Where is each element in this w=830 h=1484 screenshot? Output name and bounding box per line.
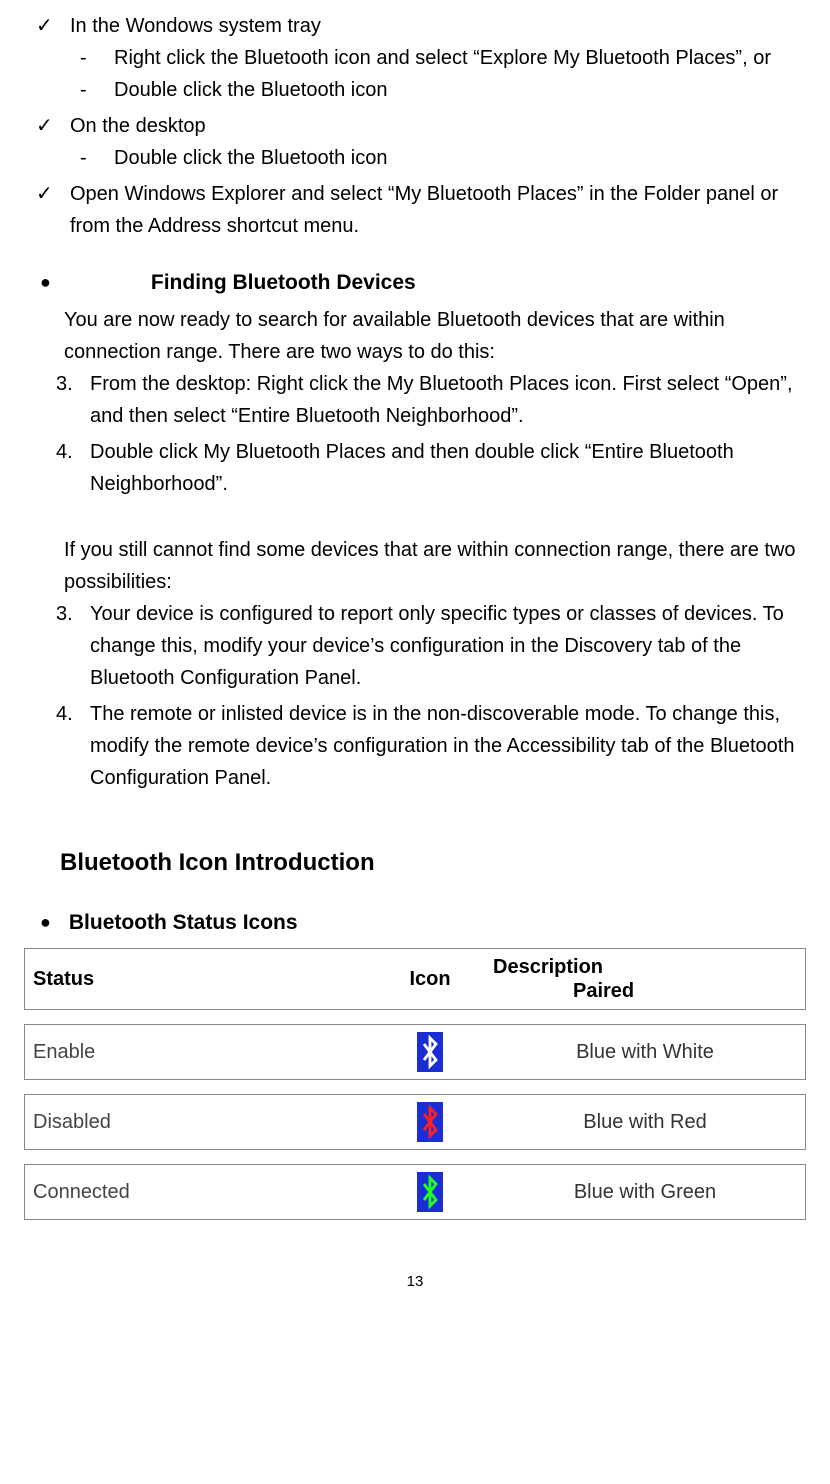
explorer-item: Open Windows Explorer and select “My Blu… xyxy=(70,178,810,242)
tray-title: In the Wondows system tray xyxy=(70,15,321,37)
row-desc: Blue with Green xyxy=(485,1170,805,1214)
row-status: Disabled xyxy=(25,1100,375,1144)
tray-item: In the Wondows system tray Right click t… xyxy=(70,10,810,106)
finding-steps: From the desktop: Right click the My Blu… xyxy=(20,368,810,500)
desktop-title: On the desktop xyxy=(70,115,206,137)
header-desc-line2: Paired xyxy=(493,980,634,1002)
table-row: Connected Blue with Green xyxy=(24,1164,806,1220)
page-number: 13 xyxy=(20,1270,810,1294)
possibilities-list: Your device is configured to report only… xyxy=(20,598,810,794)
tray-sub-b: Double click the Bluetooth icon xyxy=(114,74,810,106)
finding-heading: Finding Bluetooth Devices xyxy=(151,266,416,300)
bluetooth-disabled-icon xyxy=(417,1102,443,1142)
bluetooth-enable-icon xyxy=(417,1032,443,1072)
row-icon xyxy=(375,1172,485,1212)
tray-sub-a: Right click the Bluetooth icon and selec… xyxy=(114,42,810,74)
status-icons-heading-row: Bluetooth Status Icons xyxy=(20,906,810,940)
section-title: Bluetooth Icon Introduction xyxy=(20,844,810,882)
bullet-icon xyxy=(40,906,51,938)
possibility-3: Your device is configured to report only… xyxy=(90,598,810,694)
desktop-sublist: Double click the Bluetooth icon xyxy=(70,142,810,174)
table-row: Enable Blue with White xyxy=(24,1024,806,1080)
status-icons-heading: Bluetooth Status Icons xyxy=(69,906,298,940)
table-header: Status Icon Description Paired xyxy=(24,948,806,1010)
desktop-item: On the desktop Double click the Bluetoot… xyxy=(70,110,810,174)
table-row: Disabled Blue with Red xyxy=(24,1094,806,1150)
bluetooth-connected-icon xyxy=(417,1172,443,1212)
system-tray-list: In the Wondows system tray Right click t… xyxy=(20,10,810,242)
desktop-sub-a: Double click the Bluetooth icon xyxy=(114,142,810,174)
bullet-icon xyxy=(40,266,51,298)
row-icon xyxy=(375,1032,485,1072)
finding-intro: You are now ready to search for availabl… xyxy=(20,304,810,368)
row-status: Connected xyxy=(25,1170,375,1214)
header-status: Status xyxy=(25,957,375,1001)
header-desc: Description Paired xyxy=(485,949,805,1009)
finding-heading-row: Finding Bluetooth Devices xyxy=(20,266,810,300)
status-table: Status Icon Description Paired Enable Bl… xyxy=(20,948,810,1220)
cannot-find-intro: If you still cannot find some devices th… xyxy=(20,534,810,598)
find-step-4: Double click My Bluetooth Places and the… xyxy=(90,436,810,500)
possibility-4: The remote or inlisted device is in the … xyxy=(90,698,810,794)
find-step-3: From the desktop: Right click the My Blu… xyxy=(90,368,810,432)
header-icon: Icon xyxy=(375,957,485,1001)
row-status: Enable xyxy=(25,1030,375,1074)
row-icon xyxy=(375,1102,485,1142)
tray-sublist: Right click the Bluetooth icon and selec… xyxy=(70,42,810,106)
row-desc: Blue with Red xyxy=(485,1100,805,1144)
header-desc-line1: Description xyxy=(493,956,603,978)
row-desc: Blue with White xyxy=(485,1030,805,1074)
